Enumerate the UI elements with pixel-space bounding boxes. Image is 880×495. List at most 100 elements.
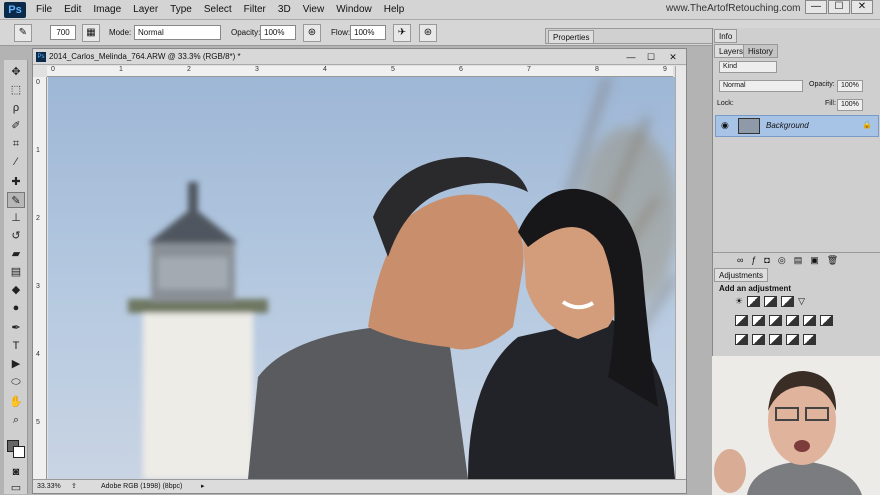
doc-close-button[interactable]: ✕ (665, 51, 681, 63)
tab-info[interactable]: Info (714, 29, 738, 43)
document-tab[interactable]: 2014_Carlos_Melinda_764.ARW @ 33.3% (RGB… (49, 49, 241, 65)
color-balance-icon[interactable] (752, 315, 765, 326)
document-title-bar: Ps 2014_Carlos_Melinda_764.ARW @ 33.3% (… (33, 49, 686, 65)
minimize-button[interactable]: — (805, 0, 827, 14)
close-button[interactable]: ✕ (851, 0, 873, 14)
marquee-tool-icon[interactable]: ⬚ (7, 82, 25, 98)
vertical-scrollbar[interactable] (675, 66, 686, 479)
brush-tool-icon[interactable]: ✎ (7, 192, 25, 208)
ruler-h-tick: 7 (527, 66, 531, 73)
airbrush-icon[interactable]: ✈ (393, 24, 411, 42)
layer-visibility-eye-icon[interactable]: ◉ (721, 120, 729, 131)
adjustment-row-1[interactable]: ☀ ▽ (735, 296, 855, 307)
layer-row[interactable]: ◉ Background 🔒 (715, 115, 879, 137)
right-panel-dock: Info Layers History Kind Normal Opacity:… (712, 28, 880, 356)
channel-mixer-icon[interactable] (803, 315, 816, 326)
blur-tool-icon[interactable]: ◆ (7, 282, 25, 298)
ruler-h-tick: 2 (187, 66, 191, 73)
screen-mode-icon[interactable]: ▭ (7, 480, 25, 495)
levels-icon[interactable] (747, 296, 761, 307)
opacity-field[interactable]: 100% (260, 25, 296, 40)
adjustment-row-2[interactable] (735, 315, 855, 326)
image-canvas[interactable] (48, 77, 675, 479)
menu-filter[interactable]: Filter (238, 0, 272, 20)
brush-preset-icon[interactable]: ✎ (14, 24, 32, 42)
pressure-size-icon[interactable]: ⊛ (419, 24, 437, 42)
layer-fill-field[interactable]: 100% (837, 99, 863, 111)
doc-minimize-button[interactable]: — (623, 51, 639, 63)
menu-3d[interactable]: 3D (272, 0, 297, 20)
ruler-h-tick: 4 (323, 66, 327, 73)
doc-restore-button[interactable]: ☐ (643, 51, 659, 63)
selective-color-icon[interactable] (786, 334, 799, 345)
eyedropper-tool-icon[interactable]: ⁄ (7, 154, 25, 170)
menu-view[interactable]: View (297, 0, 331, 20)
clone-stamp-tool-icon[interactable]: ⊥ (7, 210, 25, 226)
layer-lock-icon: 🔒 (862, 120, 872, 129)
shape-tool-icon[interactable]: ⬭ (7, 374, 25, 390)
healing-brush-tool-icon[interactable]: ✚ (7, 174, 25, 190)
photoshop-window: Ps File Edit Image Layer Type Select Filter 3D V… (0, 0, 880, 495)
presenter-video (712, 356, 880, 495)
maximize-button[interactable]: ☐ (828, 0, 850, 14)
move-tool-icon[interactable]: ✥ (7, 64, 25, 80)
zoom-readout[interactable]: 33.33% (37, 480, 61, 494)
pressure-opacity-icon[interactable]: ⊛ (303, 24, 321, 42)
menu-window[interactable]: Window (330, 0, 378, 20)
adjustment-row-3[interactable] (735, 334, 855, 345)
pen-tool-icon[interactable]: ✒ (7, 320, 25, 336)
gradient-tool-icon[interactable]: ▤ (7, 264, 25, 280)
type-tool-icon[interactable]: T (7, 338, 25, 354)
invert-icon[interactable] (735, 334, 748, 345)
photo-filter-icon[interactable] (786, 315, 799, 326)
ruler-v-tick: 5 (36, 419, 40, 426)
brush-panel-icon[interactable]: ▦ (82, 24, 100, 42)
tab-properties[interactable]: Properties (548, 30, 595, 44)
quick-select-tool-icon[interactable]: ✐ (7, 118, 25, 134)
hue-saturation-icon[interactable] (735, 315, 748, 326)
flow-field[interactable]: 100% (350, 25, 386, 40)
layer-kind-filter[interactable]: Kind (719, 61, 777, 73)
opacity-label: Opacity: (231, 28, 261, 37)
vibrance-icon[interactable]: ▽ (798, 296, 805, 307)
ruler-h-tick: 6 (459, 66, 463, 73)
curves-icon[interactable] (764, 296, 778, 307)
posterize-icon[interactable] (752, 334, 765, 345)
menu-edit[interactable]: Edit (58, 0, 87, 20)
status-share-icon[interactable]: ⇪ (71, 480, 77, 494)
history-brush-tool-icon[interactable]: ↺ (7, 228, 25, 244)
tab-adjustments[interactable]: Adjustments (714, 268, 769, 282)
background-color-swatch[interactable] (13, 446, 25, 458)
hand-tool-icon[interactable]: ✋ (7, 394, 25, 410)
status-menu-arrow-icon[interactable]: ▸ (201, 480, 205, 494)
path-select-tool-icon[interactable]: ▶ (7, 356, 25, 372)
menu-layer[interactable]: Layer (127, 0, 164, 20)
ruler-v-tick: 3 (36, 283, 40, 290)
brightness-icon[interactable]: ☀ (735, 296, 743, 307)
tab-history[interactable]: History (743, 44, 778, 58)
menu-help[interactable]: Help (378, 0, 411, 20)
gradient-map-icon[interactable] (803, 334, 816, 345)
quick-mask-icon[interactable]: ◙ (7, 464, 25, 480)
menu-file[interactable]: File (30, 0, 58, 20)
color-lookup-icon[interactable] (820, 315, 833, 326)
layer-opacity-label: Opacity: (809, 81, 835, 88)
menu-type[interactable]: Type (164, 0, 198, 20)
threshold-icon[interactable] (769, 334, 782, 345)
lasso-tool-icon[interactable]: ρ (7, 100, 25, 116)
menu-image[interactable]: Image (87, 0, 127, 20)
zoom-tool-icon[interactable]: ⌕ (7, 412, 25, 428)
exposure-icon[interactable] (781, 296, 795, 307)
black-white-icon[interactable] (769, 315, 782, 326)
layer-name[interactable]: Background (766, 121, 809, 130)
layer-opacity-field[interactable]: 100% (837, 80, 863, 92)
crop-tool-icon[interactable]: ⌗ (7, 136, 25, 152)
mode-select[interactable]: Normal (134, 25, 221, 40)
layer-footer-icons[interactable]: ∞ƒ◘◎▤▣🗑 (713, 252, 880, 266)
brush-size-field[interactable]: 700 (50, 25, 76, 40)
eraser-tool-icon[interactable]: ▰ (7, 246, 25, 262)
fill-label: Fill: (825, 100, 836, 107)
layer-blend-mode[interactable]: Normal (719, 80, 803, 92)
dodge-tool-icon[interactable]: ● (7, 300, 25, 316)
menu-select[interactable]: Select (198, 0, 238, 20)
